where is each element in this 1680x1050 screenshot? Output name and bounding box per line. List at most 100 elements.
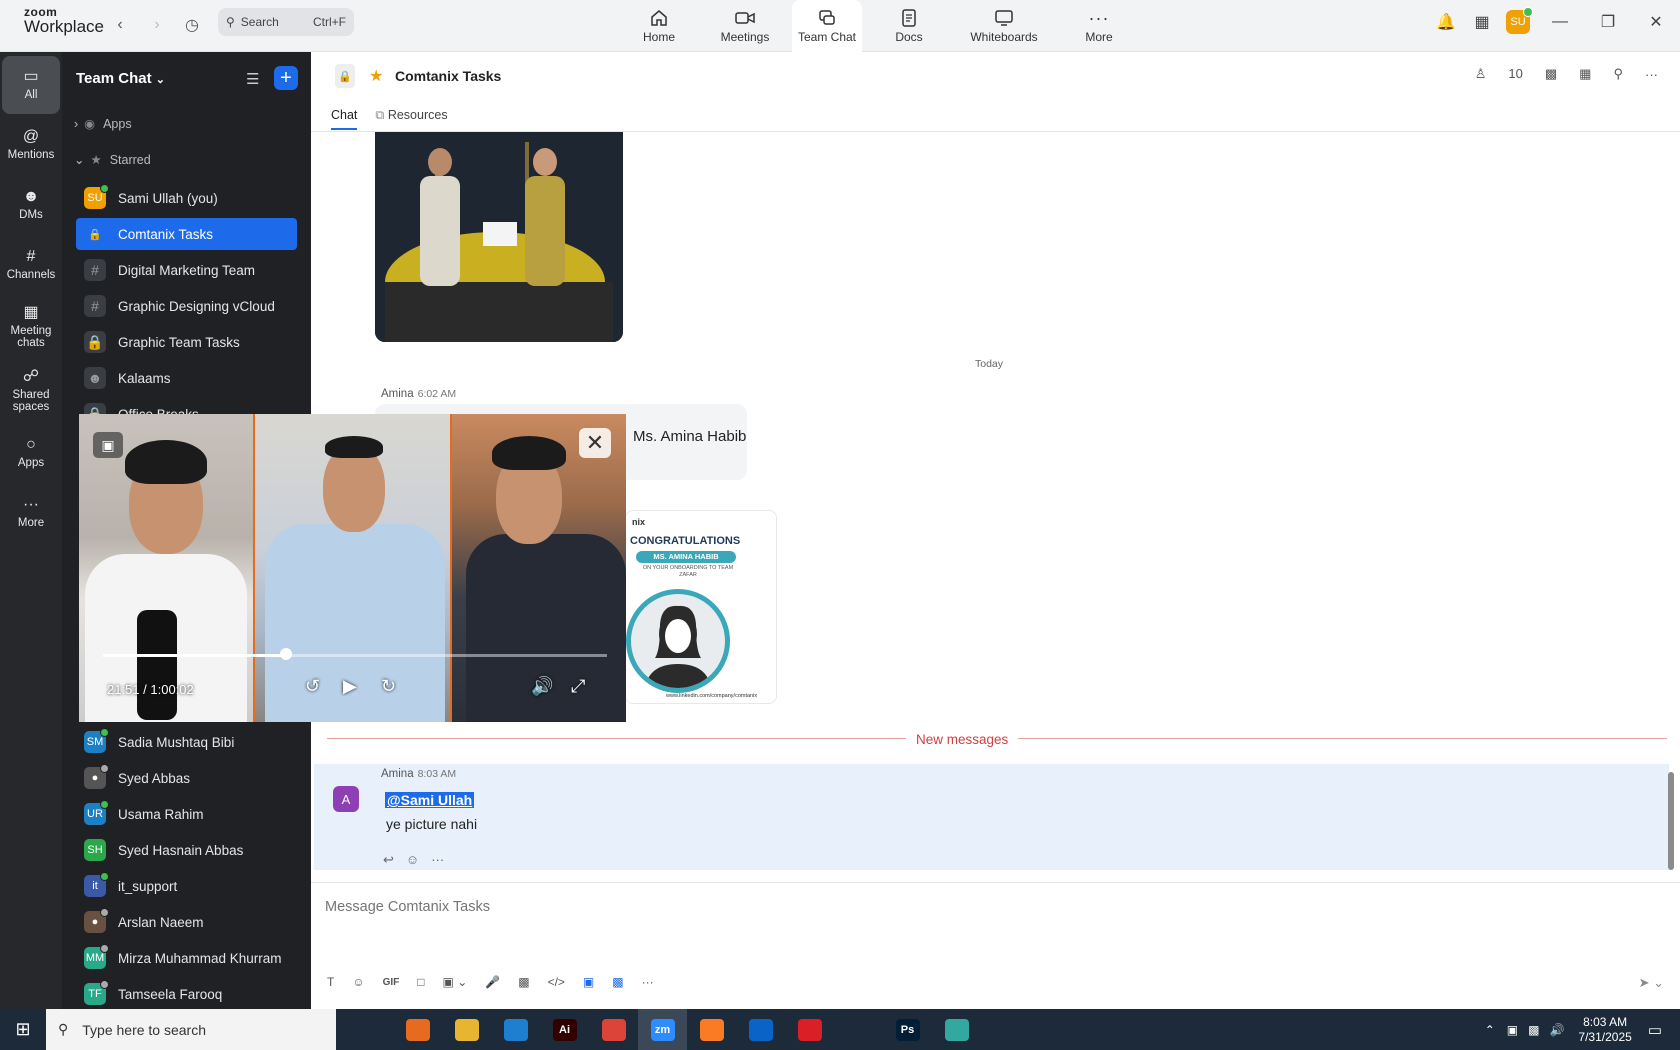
sidebar-item-digital-marketing[interactable]: # Digital Marketing Team — [76, 254, 297, 286]
taskbar-app-outlook[interactable] — [736, 1009, 785, 1050]
rail-meeting-chats[interactable]: ▦ Meeting chats — [2, 296, 60, 358]
more-icon[interactable]: ··· — [1645, 67, 1658, 82]
code-icon[interactable]: </> — [548, 975, 565, 989]
meet-now-icon[interactable]: ▣ — [1507, 1023, 1518, 1037]
more-icon[interactable]: ··· — [431, 852, 444, 868]
taskbar-app-vscode[interactable] — [491, 1009, 540, 1050]
tab-team-chat[interactable]: Team Chat — [792, 0, 862, 52]
taskbar-app-file-explorer[interactable] — [442, 1009, 491, 1050]
fullscreen-icon[interactable]: ⤢ — [571, 676, 585, 697]
taskbar-app-creative-cloud[interactable] — [785, 1009, 834, 1050]
tab-docs[interactable]: Docs — [870, 0, 948, 52]
forward-icon[interactable]: ↻ — [381, 676, 396, 697]
play-icon[interactable]: ▶ — [343, 676, 357, 697]
sidebar-item-sadia[interactable]: SM Sadia Mushtaq Bibi — [76, 726, 297, 758]
picture-in-picture-icon[interactable]: ▣ — [93, 432, 123, 458]
mention-link[interactable]: @Sami Ullah — [385, 792, 475, 808]
calendar-icon[interactable]: ▦ — [1579, 66, 1591, 82]
message-input[interactable] — [325, 893, 1325, 921]
close-video-button[interactable]: ✕ — [579, 428, 611, 458]
section-starred[interactable]: ⌄ ★ Starred — [74, 152, 151, 168]
profile-avatar[interactable]: SU — [1500, 7, 1536, 34]
sidebar-item-graphic-designing[interactable]: # Graphic Designing vCloud — [76, 290, 297, 322]
emoji-reaction-icon[interactable]: ☺ — [406, 852, 419, 868]
search-icon[interactable]: ⚲ — [1613, 66, 1623, 82]
sidebar-item-syed-hasnain[interactable]: SH Syed Hasnain Abbas — [76, 834, 297, 866]
close-icon[interactable]: ✕ — [1632, 12, 1680, 32]
sidebar-item-syed-abbas[interactable]: ● Syed Abbas — [76, 762, 297, 794]
sidebar-item-comtanix-tasks[interactable]: 🔒 Comtanix Tasks — [76, 218, 297, 250]
sidebar-item-usama[interactable]: UR Usama Rahim — [76, 798, 297, 830]
chevron-up-icon[interactable]: ⌃ — [1485, 1023, 1495, 1037]
taskbar-app-task-view[interactable] — [344, 1009, 393, 1050]
channel-title[interactable]: Comtanix Tasks — [395, 68, 501, 84]
video-player-overlay[interactable]: ▣ ✕ 21:51 / 1:00:02 ↺ ▶ ↻ 🔊 ⤢ — [79, 414, 626, 722]
taskbar-app-chrome[interactable] — [589, 1009, 638, 1050]
history-icon[interactable]: ◷ — [180, 13, 204, 37]
restore-icon[interactable]: ❐ — [1584, 12, 1632, 32]
bell-icon[interactable]: 🔔 — [1428, 12, 1464, 32]
sidebar-item-mirza[interactable]: MM Mirza Muhammad Khurram — [76, 942, 297, 974]
tab-resources[interactable]: ⧉ Resources — [375, 108, 447, 130]
emoji-icon[interactable]: ☺ — [352, 975, 364, 989]
taskbar-app-app-gem[interactable] — [932, 1009, 981, 1050]
taskbar-search[interactable]: ⚲ Type here to search — [46, 1009, 336, 1050]
minimize-icon[interactable]: — — [1536, 13, 1584, 31]
taskbar-app-zoom[interactable]: zm — [638, 1009, 687, 1050]
tab-meetings[interactable]: Meetings — [706, 0, 784, 52]
send-button[interactable]: ➤ ⌄ — [1639, 975, 1664, 991]
volume-icon[interactable]: 🔊 — [531, 676, 553, 697]
video-camera-icon[interactable]: ▩ — [1545, 66, 1557, 82]
taskbar-app-pen-tool[interactable] — [834, 1009, 883, 1050]
sidebar-item-tamseela[interactable]: TF Tamseela Farooq — [76, 978, 297, 1010]
tab-home[interactable]: Home — [620, 0, 698, 52]
taskbar-clock[interactable]: 8:03 AM 7/31/2025 — [1578, 1015, 1631, 1045]
sidebar-title[interactable]: Team Chat ⌄ — [76, 70, 165, 87]
sidebar-item-sami-ullah[interactable]: SU Sami Ullah (you) — [76, 182, 297, 214]
notification-icon[interactable]: ▭ — [1648, 1021, 1662, 1039]
rail-channels[interactable]: # Channels — [2, 236, 60, 294]
app-chat-icon[interactable]: ▩ — [612, 975, 623, 989]
highlighted-message[interactable] — [314, 764, 1669, 870]
rail-dms[interactable]: ☻ DMs — [2, 176, 60, 234]
microphone-icon[interactable]: 🎤 — [485, 975, 500, 989]
taskbar-app-firefox[interactable] — [393, 1009, 442, 1050]
screenshot-icon[interactable]: ▣ ⌄ — [443, 975, 468, 989]
filter-icon[interactable]: ☰ — [246, 70, 259, 88]
shared-photo[interactable] — [375, 132, 623, 342]
video-message-icon[interactable]: ▩ — [518, 975, 529, 989]
rail-more[interactable]: ··· More — [2, 484, 60, 542]
rail-apps[interactable]: ○ Apps — [2, 424, 60, 482]
text-format-icon[interactable]: T — [327, 975, 334, 989]
volume-icon[interactable]: 🔊 — [1549, 1023, 1564, 1037]
rail-shared-spaces[interactable]: ☍ Shared spaces — [2, 360, 60, 422]
new-chat-button[interactable]: + — [274, 66, 298, 90]
rail-all[interactable]: ▭ All — [2, 56, 60, 114]
back-arrow-icon[interactable]: ‹ — [108, 13, 132, 37]
network-icon[interactable]: ▩ — [1528, 1023, 1539, 1037]
taskbar-app-photoshop[interactable]: Ps — [883, 1009, 932, 1050]
file-icon[interactable]: □ — [417, 975, 424, 989]
sidebar-item-graphic-team-tasks[interactable]: 🔒 Graphic Team Tasks — [76, 326, 297, 358]
sidebar-item-kalaams[interactable]: ☻ Kalaams — [76, 362, 297, 394]
app-icon[interactable]: ▣ — [583, 975, 594, 989]
video-progress-bar[interactable] — [103, 654, 607, 657]
members-button[interactable]: ♙ 10 — [1453, 66, 1523, 82]
star-icon[interactable]: ★ — [369, 66, 383, 86]
tab-chat[interactable]: Chat — [331, 108, 358, 130]
section-apps[interactable]: › ◉ Apps — [74, 116, 132, 132]
gif-icon[interactable]: GIF — [383, 977, 400, 988]
more-icon[interactable]: ··· — [642, 975, 654, 989]
forward-arrow-icon[interactable]: › — [145, 13, 169, 37]
tab-more[interactable]: ··· More — [1060, 0, 1138, 52]
taskbar-app-illustrator[interactable]: Ai — [540, 1009, 589, 1050]
tab-whiteboards[interactable]: Whiteboards — [956, 0, 1052, 52]
sidebar-item-arslan[interactable]: ● Arslan Naeem — [76, 906, 297, 938]
certificate-image[interactable]: nix CONGRATULATIONS MS. AMINA HABIB ON Y… — [625, 510, 777, 704]
calendar-icon[interactable]: ▦ — [1464, 12, 1500, 32]
avatar[interactable]: A — [333, 786, 359, 812]
rail-mentions[interactable]: @ Mentions — [2, 116, 60, 174]
scrollbar[interactable] — [1668, 772, 1674, 870]
search-input[interactable]: ⚲ Search Ctrl+F — [218, 8, 354, 36]
sidebar-item-it-support[interactable]: it it_support — [76, 870, 297, 902]
